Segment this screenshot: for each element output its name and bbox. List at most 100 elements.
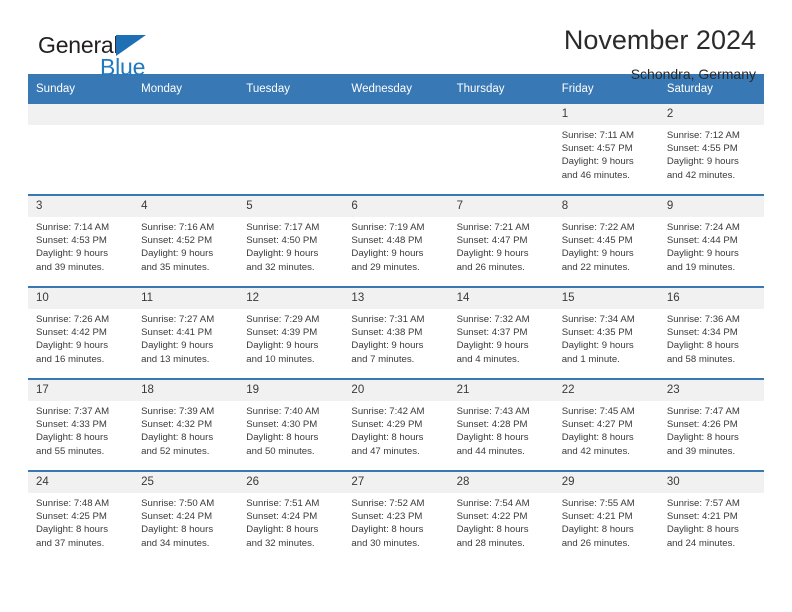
day-number: 10 [28,288,134,309]
daylight-duration-line1: Daylight: 8 hours [141,432,214,444]
day-details: Sunrise: 7:29 AM Sunset: 4:39 PM Daylight:… [238,309,343,366]
day-number: 9 [658,196,764,217]
sunset-time: Sunset: 4:25 PM [36,511,107,523]
calendar-day-cell[interactable]: 30 Sunrise: 7:57 AM Sunset: 4:21 PM Dayligh… [658,470,764,562]
calendar-day-cell[interactable]: 27 Sunrise: 7:52 AM Sunset: 4:23 PM Dayligh… [343,470,449,562]
calendar-day-cell[interactable]: 19 Sunrise: 7:40 AM Sunset: 4:30 PM Dayligh… [238,378,344,471]
calendar-day-cell[interactable]: 1 Sunrise: 7:11 AM Sunset: 4:57 PM Daylight… [553,104,659,195]
daylight-duration-line1: Daylight: 8 hours [246,524,319,536]
day-number: 14 [448,288,554,309]
calendar-day-cell[interactable]: 8 Sunrise: 7:22 AM Sunset: 4:45 PM Daylight… [553,194,659,287]
page-subtitle: Schondra, Germany [630,65,756,82]
calendar-day-cell[interactable]: 28 Sunrise: 7:54 AM Sunset: 4:22 PM Dayligh… [448,470,554,562]
sunrise-time: Sunrise: 7:55 AM [561,498,635,509]
daylight-duration-line1: Daylight: 9 hours [36,248,108,260]
calendar-day-cell[interactable]: 17 Sunrise: 7:37 AM Sunset: 4:33 PM Dayligh… [28,378,134,471]
calendar-day-cell[interactable]: 22 Sunrise: 7:45 AM Sunset: 4:27 PM Dayligh… [553,378,659,471]
calendar-day-cell[interactable]: 4 Sunrise: 7:16 AM Sunset: 4:52 PM Daylight… [133,194,239,287]
daylight-duration-line1: Daylight: 8 hours [141,524,214,536]
calendar-day-cell[interactable]: 13 Sunrise: 7:31 AM Sunset: 4:38 PM Dayligh… [343,286,449,379]
sunset-time: Sunset: 4:32 PM [141,419,213,431]
calendar-day-cell[interactable]: 9 Sunrise: 7:24 AM Sunset: 4:44 PM Daylight… [658,194,764,287]
calendar-day-cell[interactable]: 15 Sunrise: 7:34 AM Sunset: 4:35 PM Dayligh… [553,286,659,379]
day-details: Sunrise: 7:39 AM Sunset: 4:32 PM Daylight:… [133,401,238,458]
sunrise-time: Sunrise: 7:31 AM [351,314,425,325]
day-details: Sunrise: 7:16 AM Sunset: 4:52 PM Daylight:… [133,217,238,274]
sunrise-time: Sunrise: 7:16 AM [141,222,215,233]
daylight-duration-line1: Daylight: 8 hours [666,432,739,444]
calendar-week-row: 1 Sunrise: 7:11 AM Sunset: 4:57 PM Daylight… [28,104,764,195]
day-number: 30 [658,472,764,493]
daylight-duration-line2: and 34 minutes. [141,537,210,549]
day-number: 1 [553,104,659,125]
daylight-duration-line1: Daylight: 9 hours [561,156,634,168]
sunset-time: Sunset: 4:29 PM [351,419,423,431]
calendar-day-cell[interactable]: 20 Sunrise: 7:42 AM Sunset: 4:29 PM Dayligh… [343,378,449,471]
calendar-week-row: 17 Sunrise: 7:37 AM Sunset: 4:33 PM Dayligh… [28,378,764,471]
calendar-day-cell[interactable]: 21 Sunrise: 7:43 AM Sunset: 4:28 PM Dayligh… [448,378,554,471]
sunset-time: Sunset: 4:30 PM [246,419,318,431]
day-details: Sunrise: 7:21 AM Sunset: 4:47 PM Daylight:… [449,217,554,274]
day-number: 23 [658,380,764,401]
general-blue-logo[interactable]: General Blue [38,32,188,86]
calendar-day-cell[interactable]: 10 Sunrise: 7:26 AM Sunset: 4:42 PM Dayligh… [28,286,134,379]
daylight-duration-line1: Daylight: 8 hours [666,340,739,352]
calendar-body: 1 Sunrise: 7:11 AM Sunset: 4:57 PM Daylight… [28,104,764,562]
day-details: Sunrise: 7:22 AM Sunset: 4:45 PM Daylight:… [554,217,659,274]
calendar-day-cell[interactable]: 25 Sunrise: 7:50 AM Sunset: 4:24 PM Dayligh… [133,470,239,562]
day-number [238,104,344,125]
sunset-time: Sunset: 4:27 PM [561,419,633,431]
day-number [28,104,134,125]
calendar-day-cell[interactable]: 14 Sunrise: 7:32 AM Sunset: 4:37 PM Dayligh… [448,286,554,379]
day-number [343,104,449,125]
day-details: Sunrise: 7:57 AM Sunset: 4:21 PM Daylight:… [659,493,764,550]
day-details: Sunrise: 7:47 AM Sunset: 4:26 PM Daylight:… [659,401,764,458]
daylight-duration-line2: and 10 minutes. [246,353,315,365]
daylight-duration-line1: Daylight: 8 hours [666,524,739,536]
daylight-duration-line2: and 39 minutes. [36,261,105,273]
sunrise-time: Sunrise: 7:51 AM [246,498,320,509]
calendar-day-cell[interactable]: 5 Sunrise: 7:17 AM Sunset: 4:50 PM Daylight… [238,194,344,287]
calendar-day-cell[interactable]: 2 Sunrise: 7:12 AM Sunset: 4:55 PM Daylight… [658,104,764,195]
sunset-time: Sunset: 4:48 PM [351,235,423,247]
day-details: Sunrise: 7:14 AM Sunset: 4:53 PM Daylight:… [28,217,133,274]
calendar-day-cell[interactable]: 29 Sunrise: 7:55 AM Sunset: 4:21 PM Dayligh… [553,470,659,562]
sunrise-time: Sunrise: 7:52 AM [351,498,425,509]
day-details: Sunrise: 7:34 AM Sunset: 4:35 PM Daylight:… [554,309,659,366]
sunrise-time: Sunrise: 7:42 AM [351,406,425,417]
daylight-duration-line2: and 42 minutes. [666,169,736,181]
calendar-day-cell[interactable]: 6 Sunrise: 7:19 AM Sunset: 4:48 PM Daylight… [343,194,449,287]
sunset-time: Sunset: 4:34 PM [666,327,738,339]
calendar-day-cell[interactable]: 23 Sunrise: 7:47 AM Sunset: 4:26 PM Dayligh… [658,378,764,471]
daylight-duration-line1: Daylight: 8 hours [36,524,108,536]
calendar-day-cell[interactable]: 12 Sunrise: 7:29 AM Sunset: 4:39 PM Dayligh… [238,286,344,379]
daylight-duration-line1: Daylight: 9 hours [561,340,634,352]
day-details: Sunrise: 7:50 AM Sunset: 4:24 PM Daylight:… [133,493,238,550]
day-number: 4 [133,196,239,217]
calendar-day-cell[interactable]: 11 Sunrise: 7:27 AM Sunset: 4:41 PM Dayligh… [133,286,239,379]
sunset-time: Sunset: 4:24 PM [246,511,318,523]
daylight-duration-line2: and 19 minutes. [666,261,736,273]
day-details: Sunrise: 7:43 AM Sunset: 4:28 PM Daylight:… [449,401,554,458]
calendar-day-cell[interactable]: 16 Sunrise: 7:36 AM Sunset: 4:34 PM Dayligh… [658,286,764,379]
sunset-time: Sunset: 4:52 PM [141,235,213,247]
sunrise-time: Sunrise: 7:17 AM [246,222,320,233]
sunset-time: Sunset: 4:44 PM [666,235,738,247]
daylight-duration-line2: and 32 minutes. [246,537,315,549]
sunset-time: Sunset: 4:24 PM [141,511,213,523]
day-number: 24 [28,472,134,493]
sunrise-time: Sunrise: 7:11 AM [561,130,635,141]
calendar-day-cell[interactable]: 26 Sunrise: 7:51 AM Sunset: 4:24 PM Dayligh… [238,470,344,562]
sunrise-time: Sunrise: 7:36 AM [666,314,740,325]
sunrise-time: Sunrise: 7:45 AM [561,406,635,417]
sunrise-time: Sunrise: 7:24 AM [666,222,740,233]
calendar-day-cell[interactable]: 24 Sunrise: 7:48 AM Sunset: 4:25 PM Dayligh… [28,470,134,562]
calendar-day-cell-empty [238,104,344,195]
sunset-time: Sunset: 4:22 PM [456,511,528,523]
sunset-time: Sunset: 4:41 PM [141,327,213,339]
calendar-day-cell[interactable]: 7 Sunrise: 7:21 AM Sunset: 4:47 PM Daylight… [448,194,554,287]
day-details: Sunrise: 7:12 AM Sunset: 4:55 PM Daylight:… [659,125,764,182]
calendar-day-cell[interactable]: 18 Sunrise: 7:39 AM Sunset: 4:32 PM Dayligh… [133,378,239,471]
daylight-duration-line1: Daylight: 9 hours [456,248,529,260]
calendar-day-cell[interactable]: 3 Sunrise: 7:14 AM Sunset: 4:53 PM Daylight… [28,194,134,287]
